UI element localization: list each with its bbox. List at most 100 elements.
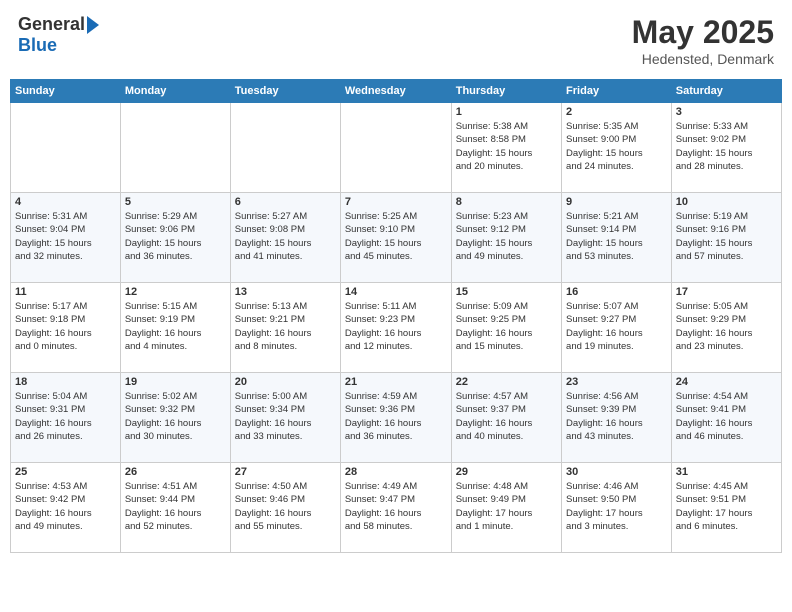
calendar-cell: [120, 103, 230, 193]
calendar-cell: 18 Sunrise: 5:04 AM Sunset: 9:31 PM Dayli…: [11, 373, 121, 463]
calendar-cell: 29Sunrise: 4:48 AM Sunset: 9:49 PM Dayli…: [451, 463, 561, 553]
calendar-cell: 12 Sunrise: 5:15 AM Sunset: 9:19 PM Dayli…: [120, 283, 230, 373]
day-info: Sunrise: 5:04 AM Sunset: 9:31 PM Dayligh…: [15, 390, 116, 443]
day-info: Sunrise: 5:07 AM Sunset: 9:27 PM Dayligh…: [566, 300, 667, 353]
day-info: Sunrise: 5:05 AM Sunset: 9:29 PM Dayligh…: [676, 300, 777, 353]
day-info: Sunrise: 4:53 AM Sunset: 9:42 PM Dayligh…: [15, 480, 116, 533]
calendar-cell: 11Sunrise: 5:17 AM Sunset: 9:18 PM Dayli…: [11, 283, 121, 373]
day-info: Sunrise: 4:51 AM Sunset: 9:44 PM Dayligh…: [125, 480, 226, 533]
day-number: 13: [235, 286, 336, 298]
calendar-cell: 3Sunrise: 5:33 AM Sunset: 9:02 PM Daylig…: [671, 103, 781, 193]
week-row-5: 25 Sunrise: 4:53 AM Sunset: 9:42 PM Dayli…: [11, 463, 782, 553]
day-number: 31: [676, 466, 777, 478]
column-headers: SundayMondayTuesdayWednesdayThursdayFrid…: [11, 80, 782, 103]
calendar-table: SundayMondayTuesdayWednesdayThursdayFrid…: [10, 79, 782, 553]
calendar-cell: 19Sunrise: 5:02 AM Sunset: 9:32 PM Dayli…: [120, 373, 230, 463]
calendar-cell: 20 Sunrise: 5:00 AM Sunset: 9:34 PM Dayli…: [230, 373, 340, 463]
day-number: 26: [125, 466, 226, 478]
day-number: 30: [566, 466, 667, 478]
column-header-saturday: Saturday: [671, 80, 781, 103]
day-info: Sunrise: 5:21 AM Sunset: 9:14 PM Dayligh…: [566, 210, 667, 263]
day-number: 6: [235, 196, 336, 208]
calendar-cell: 2 Sunrise: 5:35 AM Sunset: 9:00 PM Daylig…: [562, 103, 672, 193]
column-header-monday: Monday: [120, 80, 230, 103]
calendar-cell: 23 Sunrise: 4:56 AM Sunset: 9:39 PM Dayli…: [562, 373, 672, 463]
calendar-cell: 17 Sunrise: 5:05 AM Sunset: 9:29 PM Dayli…: [671, 283, 781, 373]
calendar-cell: [340, 103, 451, 193]
day-number: 25: [15, 466, 116, 478]
calendar-cell: [230, 103, 340, 193]
day-number: 22: [456, 376, 557, 388]
logo-arrow-icon: [87, 16, 99, 34]
week-row-1: 1 Sunrise: 5:38 AM Sunset: 8:58 PM Daylig…: [11, 103, 782, 193]
day-info: Sunrise: 5:11 AM Sunset: 9:23 PM Dayligh…: [345, 300, 447, 353]
day-number: 4: [15, 196, 116, 208]
column-header-thursday: Thursday: [451, 80, 561, 103]
day-number: 23: [566, 376, 667, 388]
logo-blue: Blue: [18, 35, 57, 56]
calendar-cell: 6 Sunrise: 5:27 AM Sunset: 9:08 PM Daylig…: [230, 193, 340, 283]
day-info: Sunrise: 4:49 AM Sunset: 9:47 PM Dayligh…: [345, 480, 447, 533]
day-number: 20: [235, 376, 336, 388]
day-info: Sunrise: 4:57 AM Sunset: 9:37 PM Dayligh…: [456, 390, 557, 443]
day-number: 19: [125, 376, 226, 388]
calendar-cell: 7Sunrise: 5:25 AM Sunset: 9:10 PM Daylig…: [340, 193, 451, 283]
day-number: 12: [125, 286, 226, 298]
day-info: Sunrise: 4:56 AM Sunset: 9:39 PM Dayligh…: [566, 390, 667, 443]
column-header-sunday: Sunday: [11, 80, 121, 103]
day-info: Sunrise: 5:19 AM Sunset: 9:16 PM Dayligh…: [676, 210, 777, 263]
column-header-tuesday: Tuesday: [230, 80, 340, 103]
day-info: Sunrise: 5:31 AM Sunset: 9:04 PM Dayligh…: [15, 210, 116, 263]
calendar-cell: 16Sunrise: 5:07 AM Sunset: 9:27 PM Dayli…: [562, 283, 672, 373]
day-number: 21: [345, 376, 447, 388]
day-number: 18: [15, 376, 116, 388]
day-info: Sunrise: 5:38 AM Sunset: 8:58 PM Dayligh…: [456, 120, 557, 173]
day-info: Sunrise: 5:27 AM Sunset: 9:08 PM Dayligh…: [235, 210, 336, 263]
day-info: Sunrise: 4:46 AM Sunset: 9:50 PM Dayligh…: [566, 480, 667, 533]
day-number: 14: [345, 286, 447, 298]
day-number: 2: [566, 106, 667, 118]
calendar-cell: 13Sunrise: 5:13 AM Sunset: 9:21 PM Dayli…: [230, 283, 340, 373]
day-number: 11: [15, 286, 116, 298]
calendar-cell: 1 Sunrise: 5:38 AM Sunset: 8:58 PM Daylig…: [451, 103, 561, 193]
calendar-cell: 5 Sunrise: 5:29 AM Sunset: 9:06 PM Daylig…: [120, 193, 230, 283]
calendar-cell: 22 Sunrise: 4:57 AM Sunset: 9:37 PM Dayli…: [451, 373, 561, 463]
day-info: Sunrise: 5:15 AM Sunset: 9:19 PM Dayligh…: [125, 300, 226, 353]
day-number: 29: [456, 466, 557, 478]
logo: General Blue: [18, 14, 99, 56]
day-number: 27: [235, 466, 336, 478]
calendar-cell: 8Sunrise: 5:23 AM Sunset: 9:12 PM Daylig…: [451, 193, 561, 283]
week-row-4: 18 Sunrise: 5:04 AM Sunset: 9:31 PM Dayli…: [11, 373, 782, 463]
calendar-cell: 15 Sunrise: 5:09 AM Sunset: 9:25 PM Dayli…: [451, 283, 561, 373]
day-info: Sunrise: 5:35 AM Sunset: 9:00 PM Dayligh…: [566, 120, 667, 173]
title-area: May 2025 Hedensted, Denmark: [632, 14, 774, 67]
column-header-wednesday: Wednesday: [340, 80, 451, 103]
day-info: Sunrise: 5:00 AM Sunset: 9:34 PM Dayligh…: [235, 390, 336, 443]
calendar-cell: [11, 103, 121, 193]
day-number: 5: [125, 196, 226, 208]
day-number: 1: [456, 106, 557, 118]
day-info: Sunrise: 4:50 AM Sunset: 9:46 PM Dayligh…: [235, 480, 336, 533]
day-number: 15: [456, 286, 557, 298]
day-info: Sunrise: 5:09 AM Sunset: 9:25 PM Dayligh…: [456, 300, 557, 353]
calendar-cell: 9Sunrise: 5:21 AM Sunset: 9:14 PM Daylig…: [562, 193, 672, 283]
calendar-cell: 14 Sunrise: 5:11 AM Sunset: 9:23 PM Dayli…: [340, 283, 451, 373]
day-info: Sunrise: 4:59 AM Sunset: 9:36 PM Dayligh…: [345, 390, 447, 443]
calendar-cell: 4 Sunrise: 5:31 AM Sunset: 9:04 PM Daylig…: [11, 193, 121, 283]
week-row-3: 11Sunrise: 5:17 AM Sunset: 9:18 PM Dayli…: [11, 283, 782, 373]
calendar-cell: 25 Sunrise: 4:53 AM Sunset: 9:42 PM Dayli…: [11, 463, 121, 553]
day-info: Sunrise: 5:23 AM Sunset: 9:12 PM Dayligh…: [456, 210, 557, 263]
day-number: 17: [676, 286, 777, 298]
column-header-friday: Friday: [562, 80, 672, 103]
calendar-cell: 24Sunrise: 4:54 AM Sunset: 9:41 PM Dayli…: [671, 373, 781, 463]
week-row-2: 4 Sunrise: 5:31 AM Sunset: 9:04 PM Daylig…: [11, 193, 782, 283]
day-info: Sunrise: 5:29 AM Sunset: 9:06 PM Dayligh…: [125, 210, 226, 263]
day-number: 24: [676, 376, 777, 388]
day-info: Sunrise: 4:45 AM Sunset: 9:51 PM Dayligh…: [676, 480, 777, 533]
day-number: 28: [345, 466, 447, 478]
calendar-cell: 26 Sunrise: 4:51 AM Sunset: 9:44 PM Dayli…: [120, 463, 230, 553]
calendar-cell: 31 Sunrise: 4:45 AM Sunset: 9:51 PM Dayli…: [671, 463, 781, 553]
month-title: May 2025: [632, 14, 774, 51]
day-info: Sunrise: 5:33 AM Sunset: 9:02 PM Dayligh…: [676, 120, 777, 173]
calendar-cell: 21 Sunrise: 4:59 AM Sunset: 9:36 PM Dayli…: [340, 373, 451, 463]
